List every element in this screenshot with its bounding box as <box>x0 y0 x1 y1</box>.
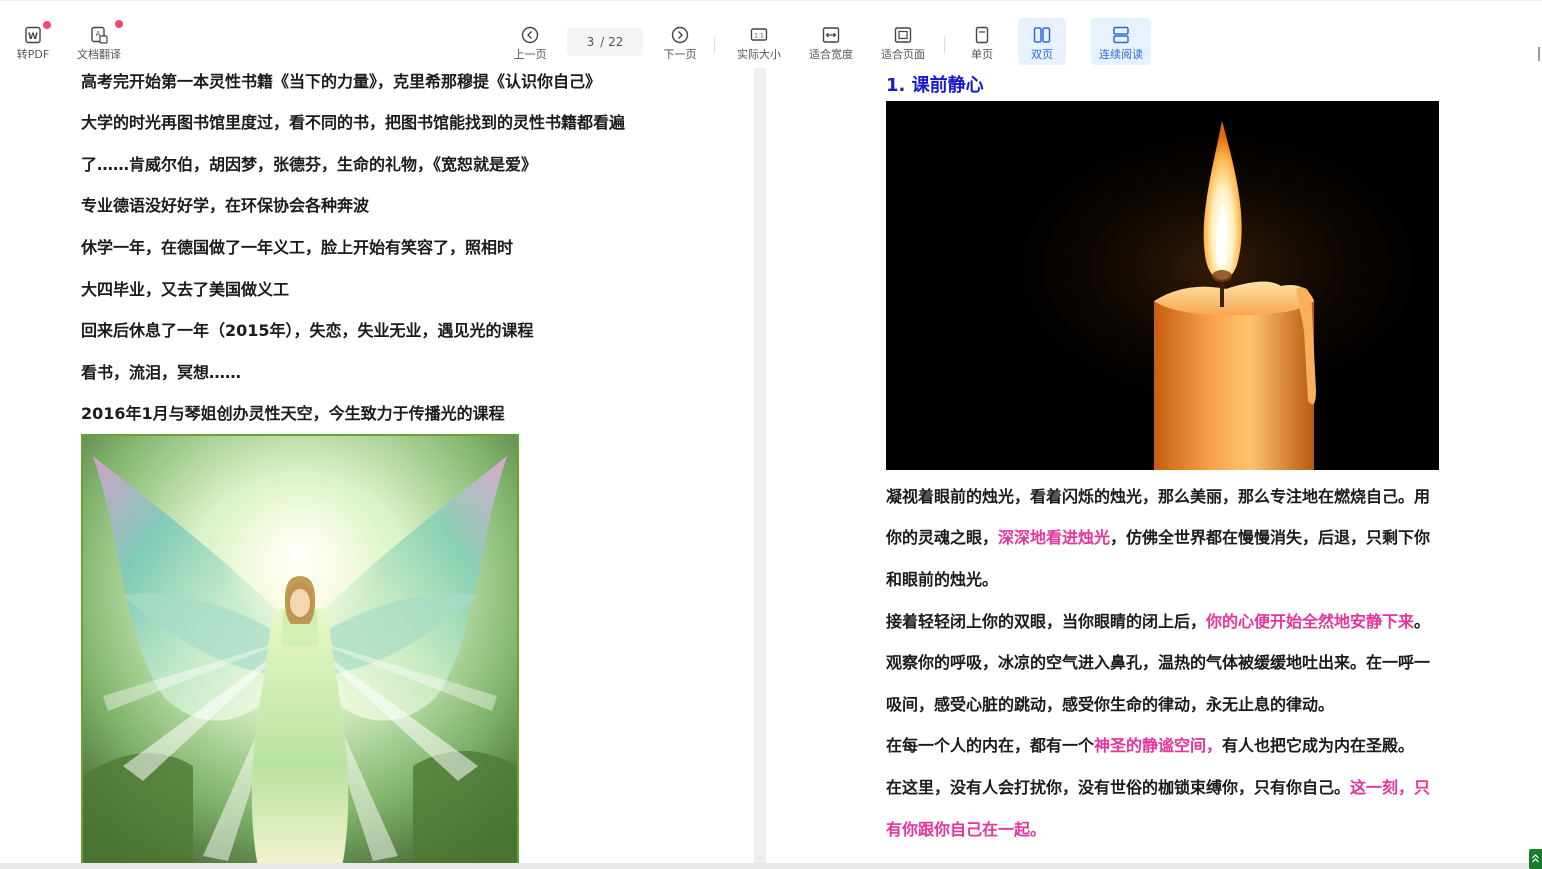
text-line: 吸间，感受心脏的跳动，感受你生命的律动，永无止息的律动。 <box>886 695 1335 714</box>
highlight-text: 神圣的静谧空间， <box>1094 736 1223 755</box>
text-line: 回来后休息了一年（2015年），失恋，失业无业，遇见光的课程 <box>81 321 534 340</box>
text-line: 了……肯威尔伯，胡因梦，张德芬，生命的礼物，《宽恕就是爱》 <box>81 155 538 174</box>
word-doc-icon: W <box>24 26 42 44</box>
prev-page-button[interactable]: 上一页 <box>508 21 552 65</box>
toolbar-divider <box>714 37 715 53</box>
continuous-read-button[interactable]: 连续阅读 <box>1091 18 1151 65</box>
text-line: 凝视着眼前的烛光，看着闪烁的烛光，那么美丽，那么专注地在燃烧自己。用 <box>886 487 1431 506</box>
single-page-button[interactable]: 单页 <box>962 21 1002 65</box>
translate-label: 文档翻译 <box>77 48 121 61</box>
next-page-label: 下一页 <box>663 48 697 61</box>
toolbar-divider <box>944 37 945 53</box>
chevron-left-icon <box>521 26 539 44</box>
svg-text:W: W <box>28 32 38 42</box>
text-line: 接着轻轻闭上你的双眼，当你眼睛的闭上后，你的心便开始全然地安静下来。 <box>886 612 1442 632</box>
right-page: 1. 课前静心 凝视着眼前的烛光，看着闪烁的烛光，那么美丽，那么专注地在燃烧自己… <box>766 68 1542 863</box>
text-line: 观察你的呼吸，冰凉的空气进入鼻孔，温热的气体被缓缓地吐出来。在一呼一 <box>886 653 1431 672</box>
highlight-text: 你的心便开始全然地安静下来 <box>1206 612 1415 631</box>
total-pages: / 22 <box>600 35 624 49</box>
actual-size-icon: 1:1 <box>750 26 768 44</box>
notification-badge <box>43 21 51 29</box>
text-line: 和眼前的烛光。 <box>886 570 999 589</box>
double-page-button[interactable]: 双页 <box>1018 18 1066 65</box>
text-span: 有人也把它成为内在圣殿。 <box>1222 736 1415 755</box>
fit-width-button[interactable]: 适合宽度 <box>804 21 858 65</box>
text-line: 休学一年，在德国做了一年义工，脸上开始有笑容了，照相时 <box>81 238 514 257</box>
next-page-button[interactable]: 下一页 <box>658 21 702 65</box>
text-line: 高考完开始第一本灵性书籍《当下的力量》，克里希那穆提《认识你自己》 <box>81 72 602 91</box>
highlight-text: 有你跟你自己在一起。 <box>886 820 1047 839</box>
text-line: 2016年1月与琴姐创办灵性天空，今生致力于传播光的课程 <box>81 404 505 423</box>
highlight-text: 这一刻，只 <box>1350 778 1431 797</box>
text-line: 在每一个人的内在，都有一个神圣的静谧空间，有人也把它成为内在圣殿。 <box>886 736 1442 756</box>
notification-badge <box>115 20 123 28</box>
text-line: 你的灵魂之眼，深深地看进烛光，仿佛全世界都在慢慢消失，后退，只剩下你 <box>886 528 1442 548</box>
text-line: 专业德语没好好学，在环保协会各种奔波 <box>81 196 370 215</box>
fit-page-button[interactable]: 适合页面 <box>876 21 930 65</box>
actual-size-button[interactable]: 1:1 实际大小 <box>732 21 786 65</box>
text-span: ，仿佛全世界都在慢慢消失，后退，只剩下你 <box>1110 528 1431 547</box>
fit-page-label: 适合页面 <box>881 48 925 61</box>
fit-width-label: 适合宽度 <box>809 48 853 61</box>
double-page-icon <box>1033 26 1051 44</box>
toolbar-overflow-edge <box>1538 47 1540 61</box>
to-pdf-label: 转PDF <box>16 48 50 61</box>
fit-page-icon <box>894 26 912 44</box>
text-span: 在这里，没有人会打扰你，没有世俗的枷锁束缚你，只有你自己。 <box>886 778 1351 797</box>
text-line: 看书，流泪，冥想…… <box>81 363 242 382</box>
toolbar: W 转PDF A 文档翻译 上一页 3 / 22 下一页 1:1 实际大小 适合… <box>0 0 1542 68</box>
left-page: 高考完开始第一本灵性书籍《当下的力量》，克里希那穆提《认识你自己》 大学的时光再… <box>0 68 754 863</box>
text-span: 你的灵魂之眼， <box>886 528 999 547</box>
actual-size-label: 实际大小 <box>737 48 781 61</box>
continuous-read-label: 连续阅读 <box>1099 48 1143 61</box>
page-number-box[interactable]: 3 / 22 <box>567 28 643 56</box>
angel-image <box>81 434 519 863</box>
text-line: 大学的时光再图书馆里度过，看不同的书，把图书馆能找到的灵性书籍都看遍 <box>81 113 626 132</box>
pdf-viewer: { "toolbar": { "to_pdf": "转PDF", "transl… <box>0 0 1542 869</box>
highlight-text: 深深地看进烛光 <box>998 528 1111 547</box>
text-span: 在每一个人的内在，都有一个 <box>886 736 1095 755</box>
text-line: 大四毕业，又去了美国做义工 <box>81 280 290 299</box>
horizontal-scrollbar[interactable] <box>0 863 1542 869</box>
chevron-right-icon <box>671 26 689 44</box>
single-page-icon <box>973 26 991 44</box>
candle-image <box>886 101 1439 470</box>
current-page[interactable]: 3 <box>587 35 595 49</box>
continuous-read-icon <box>1112 26 1130 44</box>
fit-width-icon <box>822 26 840 44</box>
double-page-label: 双页 <box>1031 48 1053 61</box>
scroll-to-top-button[interactable] <box>1529 849 1542 869</box>
single-page-label: 单页 <box>971 48 993 61</box>
section-title: 1. 课前静心 <box>886 75 984 96</box>
translate-icon: A <box>90 26 108 44</box>
text-span: 接着轻轻闭上你的双眼，当你眼睛的闭上后， <box>886 612 1207 631</box>
text-line: 在这里，没有人会打扰你，没有世俗的枷锁束缚你，只有你自己。这一刻，只 <box>886 778 1442 798</box>
page-gutter <box>754 68 766 863</box>
prev-page-label: 上一页 <box>513 48 547 61</box>
text-span: 。 <box>1414 612 1431 631</box>
svg-text:1:1: 1:1 <box>754 33 764 40</box>
